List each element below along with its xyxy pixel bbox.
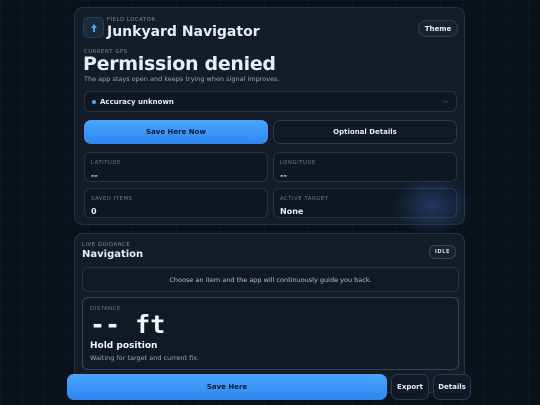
stat-value: None: [280, 207, 304, 216]
locator-card: FIELD LOCATOR Junkyard Navigator Theme C…: [74, 7, 465, 225]
optional-details-button[interactable]: Optional Details: [273, 120, 457, 144]
latitude-stat: LATITUDE --: [84, 152, 268, 182]
status-dot-icon: [92, 100, 96, 104]
guidance-card: LIVE GUIDANCE Navigation IDLE Choose an …: [74, 233, 465, 393]
theme-button[interactable]: Theme: [418, 20, 458, 37]
guidance-hint-box: Choose an item and the app will continuo…: [82, 267, 459, 292]
export-button[interactable]: Export: [391, 374, 429, 400]
accuracy-label: Accuracy unknown: [100, 98, 174, 106]
stat-value: --: [280, 171, 287, 180]
guidance-eyebrow: LIVE GUIDANCE: [82, 242, 131, 248]
guidance-hint: Choose an item and the app will continuo…: [169, 276, 372, 284]
app-logo-icon: [83, 17, 104, 38]
stat-label: LONGITUDE: [280, 160, 316, 166]
status-badge: IDLE: [428, 245, 456, 259]
gps-subtitle: The app stays open and keeps trying when…: [84, 75, 280, 83]
direction-text: Hold position: [90, 341, 158, 351]
stat-label: SAVED ITEMS: [91, 196, 133, 202]
stat-value: 0: [91, 207, 97, 216]
accuracy-value: --: [442, 98, 448, 106]
saved-items-stat: SAVED ITEMS 0: [84, 188, 268, 218]
stat-label: LATITUDE: [91, 160, 121, 166]
app-title: Junkyard Navigator: [107, 24, 260, 40]
direction-subtext: Waiting for target and current fix.: [90, 354, 200, 362]
distance-panel: DISTANCE -- ft Hold position Waiting for…: [82, 297, 459, 370]
stat-label: ACTIVE TARGET: [280, 196, 329, 202]
save-here-now-button[interactable]: Save Here Now: [84, 120, 268, 144]
active-target-stat: ACTIVE TARGET None: [273, 188, 457, 218]
gps-status: Permission denied: [83, 53, 276, 75]
details-button[interactable]: Details: [433, 374, 471, 400]
app-eyebrow: FIELD LOCATOR: [107, 17, 156, 23]
distance-value: -- ft: [90, 310, 166, 339]
longitude-stat: LONGITUDE --: [273, 152, 457, 182]
save-here-button[interactable]: Save Here: [67, 374, 387, 400]
stat-value: --: [91, 171, 98, 180]
accuracy-row: Accuracy unknown --: [84, 91, 457, 112]
guidance-title: Navigation: [82, 249, 144, 260]
